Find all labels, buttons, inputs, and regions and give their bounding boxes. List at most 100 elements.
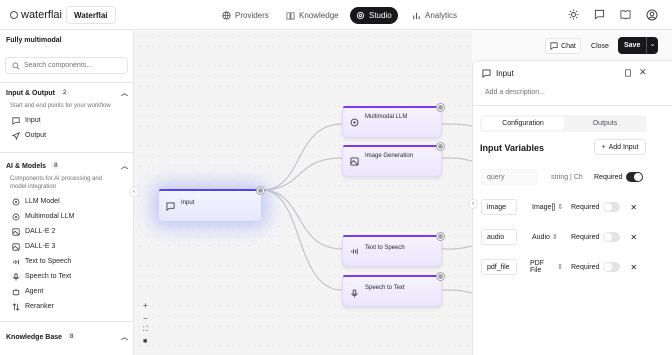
variable-type-select[interactable]: string | Ch	[546, 169, 586, 185]
node-port[interactable]	[437, 143, 444, 150]
component-reranker[interactable]: Reranker	[0, 299, 134, 314]
component-llm-model[interactable]: LLM Model	[0, 194, 134, 209]
chevron-up-icon: ︿	[121, 90, 128, 97]
lock-icon[interactable]: ■	[143, 338, 147, 345]
section-description: Components for AI processing and model i…	[10, 176, 103, 190]
required-toggle[interactable]	[603, 202, 621, 212]
component-label: DALL-E 2	[25, 228, 56, 235]
type-label: Audio	[532, 233, 550, 241]
chevron-down-icon[interactable]: ⌄	[646, 37, 658, 54]
required-label: Required	[571, 263, 600, 271]
delete-icon[interactable]: ✕	[630, 203, 637, 212]
section-header[interactable]: Knowledge Base 8 ︿	[0, 330, 134, 344]
close-button[interactable]: Close	[586, 38, 614, 54]
workflow-canvas[interactable]: Input Multimodal LLM Image Generation Te…	[129, 31, 472, 355]
chat-button[interactable]: Chat	[545, 38, 581, 54]
component-multimodal-llm[interactable]: Multimodal LLM	[0, 209, 134, 224]
edge	[441, 123, 472, 127]
component-dall-e-2[interactable]: DALL-E 2	[0, 224, 134, 239]
component-input[interactable]: Input	[0, 113, 134, 128]
message-square-icon	[166, 202, 175, 211]
user-avatar-icon[interactable]	[645, 8, 658, 21]
required-label: Required	[571, 203, 600, 211]
book-open-icon[interactable]	[619, 8, 632, 21]
variable-name-field[interactable]: query	[481, 169, 537, 185]
node-port[interactable]	[437, 273, 444, 280]
sort-icon	[12, 302, 20, 311]
node-accent-bar	[343, 145, 441, 147]
edge	[261, 157, 343, 191]
description-input[interactable]: Add a description...	[485, 89, 545, 96]
variable-type-select[interactable]: PDF File ⇕	[525, 259, 563, 275]
edge	[441, 157, 472, 162]
component-dall-e-3[interactable]: DALL-E 3	[0, 239, 134, 254]
component-sidebar: Fully multimodal Search components... In…	[0, 31, 134, 355]
node-speech-to-text[interactable]: Speech to Text	[342, 273, 444, 307]
required-toggle[interactable]	[603, 262, 621, 272]
workspace-badge[interactable]: Waterflai	[66, 6, 116, 24]
node-text-to-speech[interactable]: Text to Speech	[342, 233, 444, 267]
variable-name-field[interactable]: image	[481, 199, 517, 215]
tab-configuration[interactable]: Configuration	[482, 117, 564, 130]
variable-row: image Image[] ⇕ Required ✕	[481, 198, 661, 216]
tab-providers[interactable]: Providers	[216, 7, 275, 24]
sun-icon[interactable]	[567, 8, 580, 21]
variable-type-select[interactable]: Image[] ⇕	[527, 199, 563, 215]
image-icon	[12, 227, 20, 236]
globe-icon	[222, 11, 231, 20]
document-icon[interactable]	[624, 69, 632, 77]
add-input-button[interactable]: + Add Input	[594, 139, 646, 155]
node-port[interactable]	[257, 187, 264, 194]
node-input[interactable]: Input	[158, 187, 264, 222]
node-port[interactable]	[437, 104, 444, 111]
divider	[473, 105, 672, 106]
delete-icon[interactable]: ✕	[630, 233, 637, 242]
node-label: Image Generation	[365, 153, 414, 159]
variable-name-field[interactable]: audio	[481, 229, 517, 245]
search-input[interactable]: Search components...	[5, 57, 128, 74]
fit-view-icon[interactable]: ⛶	[143, 326, 148, 334]
zoom-out-icon[interactable]: −	[143, 314, 148, 323]
logo[interactable]: waterflai	[10, 9, 62, 21]
section-title: Knowledge Base	[6, 333, 63, 341]
delete-icon[interactable]: ✕	[630, 263, 637, 272]
component-speech-to-text[interactable]: Speech to Text	[0, 269, 134, 284]
collapse-sidebar-button[interactable]: ‹	[129, 187, 139, 197]
section-header[interactable]: Input & Output 2 ︿	[0, 86, 134, 100]
divider	[0, 152, 134, 153]
image-icon	[350, 157, 359, 166]
variable-name-field[interactable]: pdf_file	[481, 259, 517, 275]
node-multimodal-llm[interactable]: Multimodal LLM	[342, 104, 444, 138]
message-icon[interactable]	[593, 8, 606, 21]
close-icon[interactable]: ✕	[639, 67, 647, 78]
divider	[0, 321, 134, 322]
zoom-in-icon[interactable]: +	[143, 301, 148, 310]
section-knowledge-base: Knowledge Base 8 ︿	[0, 330, 134, 344]
node-port[interactable]	[437, 233, 444, 240]
section-header[interactable]: AI & Models 8 ︿	[0, 159, 134, 173]
variable-row: audio Audio ⇕ Required ✕	[481, 228, 661, 246]
panel-title: Input	[496, 69, 514, 78]
tab-analytics[interactable]: Analytics	[406, 7, 463, 24]
node-image-generation[interactable]: Image Generation	[342, 143, 444, 177]
component-output[interactable]: Output	[0, 128, 134, 143]
required-toggle[interactable]	[603, 232, 621, 242]
collapse-panel-button[interactable]: ‹	[468, 199, 478, 209]
component-label: Text to Speech	[25, 258, 72, 265]
node-accent-bar	[343, 275, 441, 277]
tab-label: Knowledge	[299, 11, 339, 20]
component-label: Speech to Text	[25, 273, 72, 280]
component-agent[interactable]: Agent	[0, 284, 134, 299]
save-button[interactable]: Save ⌄	[618, 37, 658, 54]
required-label: Required	[594, 173, 623, 181]
node-accent-bar	[343, 235, 441, 237]
tab-studio[interactable]: Studio	[350, 7, 398, 24]
variable-type-select[interactable]: Audio ⇕	[527, 229, 563, 245]
tab-knowledge[interactable]: Knowledge	[280, 7, 345, 24]
tab-bar: Configuration Outputs	[480, 115, 647, 132]
component-text-to-speech[interactable]: Text to Speech	[0, 254, 134, 269]
tab-outputs[interactable]: Outputs	[564, 117, 646, 130]
required-toggle[interactable]	[626, 172, 644, 182]
logo-icon	[10, 11, 18, 19]
tab-label: Studio	[369, 11, 392, 20]
